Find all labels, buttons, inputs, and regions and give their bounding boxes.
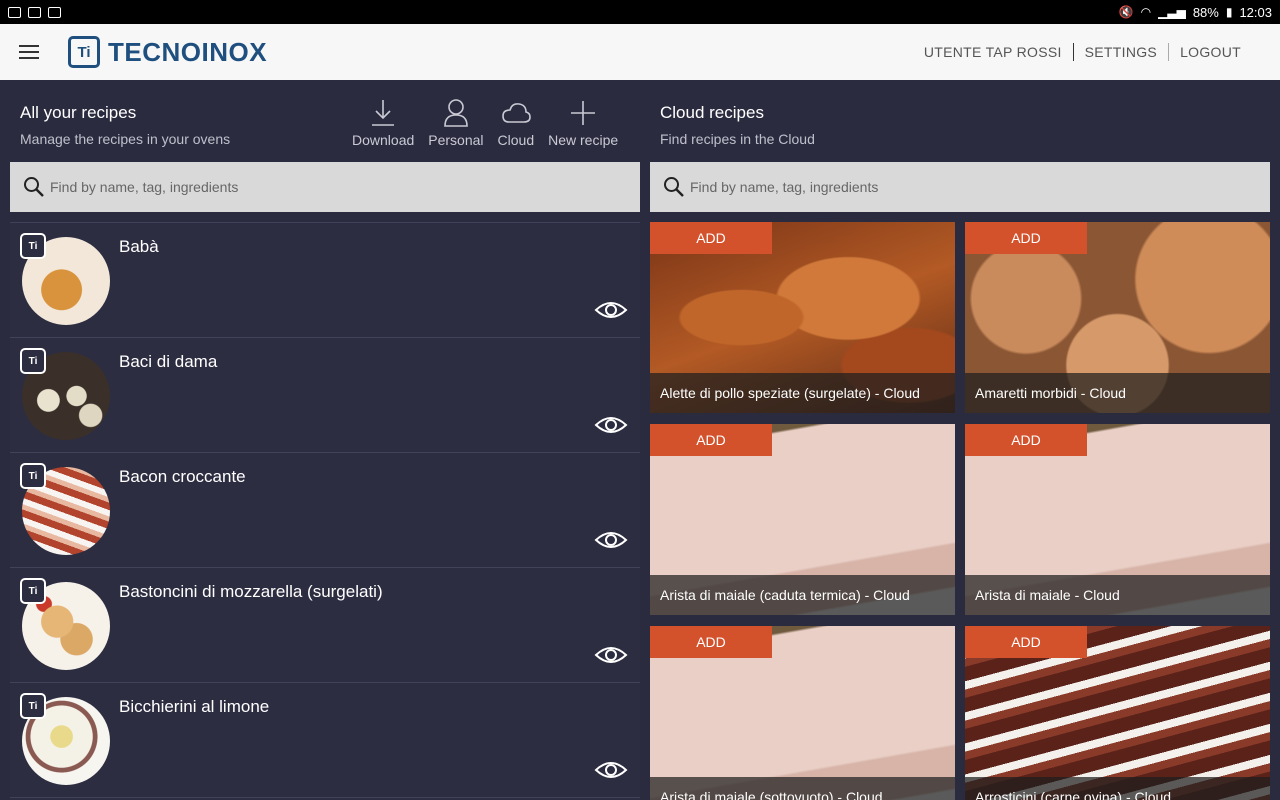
brand-logo-mark: Ti — [68, 36, 100, 68]
recipe-row[interactable]: Ti Baci di dama — [10, 338, 640, 453]
download-label: Download — [352, 132, 415, 148]
cloud-recipe-card[interactable]: ADD Alette di pollo speziate (surgelate)… — [650, 222, 955, 413]
brand-name: TECNOINOX — [108, 36, 268, 67]
cloud-recipe-caption: Arista di maiale - Cloud — [965, 575, 1270, 615]
oven-badge-icon: Ti — [20, 233, 46, 259]
recipe-row[interactable]: Ti Bicchierini al limone — [10, 683, 640, 798]
recipe-row[interactable]: Ti Babà — [10, 223, 640, 338]
app-header: Ti TECNOINOX UTENTE TAP ROSSI SETTINGS L… — [0, 24, 1280, 80]
view-eye-icon[interactable] — [594, 414, 628, 436]
add-button[interactable]: ADD — [965, 626, 1087, 658]
wifi-icon: ◠ — [1140, 5, 1152, 19]
oven-badge-icon: Ti — [20, 348, 46, 374]
cloud-recipe-card[interactable]: ADD Amaretti morbidi - Cloud — [965, 222, 1270, 413]
download-icon — [372, 100, 395, 126]
recipe-row[interactable]: Ti Bacon croccante — [10, 453, 640, 568]
logout-link[interactable]: LOGOUT — [1169, 44, 1252, 60]
status-notifications — [8, 6, 61, 18]
recipe-name: Bacon croccante — [119, 467, 246, 486]
oven-badge-icon: Ti — [20, 463, 46, 489]
cloud-recipe-card[interactable]: ADD Arista di maiale (caduta termica) - … — [650, 424, 955, 615]
cloud-recipe-card[interactable]: ADD Arista di maiale (sottovuoto) - Clou… — [650, 626, 955, 800]
recipe-name: Bicchierini al limone — [119, 697, 270, 716]
person-icon — [444, 99, 468, 127]
cloud-recipes-subtitle: Find recipes in the Cloud — [660, 131, 815, 147]
cloud-recipe-caption: Amaretti morbidi - Cloud — [965, 373, 1270, 413]
view-eye-icon[interactable] — [594, 759, 628, 781]
cloud-recipes-search-input[interactable] — [690, 179, 1190, 195]
recipes-toolbar: Download Personal Cloud New recipe — [345, 98, 625, 148]
cloud-recipe-caption: Arista di maiale (caduta termica) - Clou… — [650, 575, 955, 615]
play-notification-icon — [28, 6, 41, 18]
new-recipe-button[interactable]: New recipe — [541, 98, 625, 148]
view-eye-icon[interactable] — [594, 529, 628, 551]
personal-button[interactable]: Personal — [421, 98, 490, 148]
mute-icon: 🔇 — [1118, 5, 1134, 19]
cloud-recipe-caption: Arrosticini (carne ovina) - Cloud — [965, 777, 1270, 800]
download-button[interactable]: Download — [345, 98, 421, 148]
brand-logo: Ti TECNOINOX — [68, 36, 267, 68]
add-button[interactable]: ADD — [965, 222, 1087, 254]
signal-icon: ▁▃▅ — [1158, 5, 1186, 19]
view-eye-icon[interactable] — [594, 644, 628, 666]
my-recipes-search[interactable] — [10, 162, 640, 212]
cloud-recipes-title: Cloud recipes — [660, 103, 764, 122]
status-system: 🔇 ◠ ▁▃▅ 88% ▮ 12:03 — [1119, 5, 1272, 20]
cloud-button[interactable]: Cloud — [491, 98, 542, 148]
my-recipes-subtitle: Manage the recipes in your ovens — [20, 131, 231, 147]
search-icon — [664, 177, 684, 197]
hamburger-menu-button[interactable] — [0, 24, 58, 80]
add-button[interactable]: ADD — [965, 424, 1087, 456]
search-icon — [24, 177, 44, 197]
my-recipes-list: Ti Babà Ti Baci di dama Ti Bacon croccan… — [10, 222, 640, 800]
file-notification-icon — [48, 6, 61, 18]
cloud-icon — [502, 103, 531, 123]
clock: 12:03 — [1239, 4, 1272, 20]
cloud-recipe-caption: Alette di pollo speziate (surgelate) - C… — [650, 373, 955, 413]
my-recipes-title: All your recipes — [20, 103, 137, 122]
recipe-name: Bastoncini di mozzarella (surgelati) — [119, 582, 383, 601]
oven-badge-icon: Ti — [20, 693, 46, 719]
header-nav: UTENTE TAP ROSSI SETTINGS LOGOUT — [913, 43, 1252, 61]
add-button[interactable]: ADD — [650, 424, 772, 456]
personal-label: Personal — [428, 132, 484, 148]
view-eye-icon[interactable] — [594, 299, 628, 321]
recipe-name: Babà — [119, 237, 159, 256]
recipe-row[interactable]: Ti Bastoncini di mozzarella (surgelati) — [10, 568, 640, 683]
settings-link[interactable]: SETTINGS — [1074, 44, 1168, 60]
cloud-recipes-search[interactable] — [650, 162, 1270, 212]
battery-icon: ▮ — [1225, 5, 1233, 19]
my-recipes-search-input[interactable] — [50, 179, 550, 195]
cloud-recipes-grid: ADD Alette di pollo speziate (surgelate)… — [650, 222, 1280, 800]
cloud-recipe-caption: Arista di maiale (sottovuoto) - Cloud — [650, 777, 955, 800]
cloud-recipe-card[interactable]: ADD Arista di maiale - Cloud — [965, 424, 1270, 615]
user-link[interactable]: UTENTE TAP ROSSI — [913, 44, 1073, 60]
add-button[interactable]: ADD — [650, 222, 772, 254]
battery-percent: 88% — [1192, 4, 1219, 20]
oven-badge-icon: Ti — [20, 578, 46, 604]
plus-icon — [571, 101, 596, 125]
add-button[interactable]: ADD — [650, 626, 772, 658]
cloud-recipe-card[interactable]: ADD Arrosticini (carne ovina) - Cloud — [965, 626, 1270, 800]
status-bar: 🔇 ◠ ▁▃▅ 88% ▮ 12:03 — [0, 0, 1280, 24]
cloud-label: Cloud — [497, 132, 535, 148]
gallery-notification-icon — [8, 6, 21, 18]
new-recipe-label: New recipe — [548, 132, 619, 148]
recipe-name: Baci di dama — [119, 352, 218, 371]
hamburger-icon — [19, 45, 39, 59]
